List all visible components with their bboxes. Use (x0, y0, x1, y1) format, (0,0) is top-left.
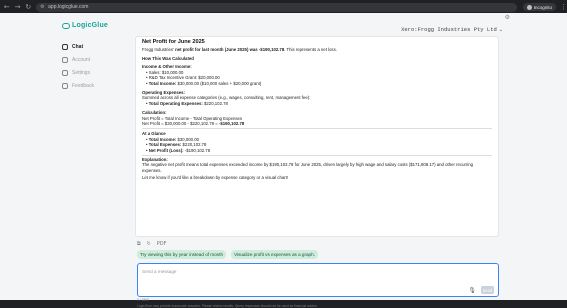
chevron-down-icon: ⌄ (498, 26, 503, 33)
glance-value: -$190,102.78 (184, 147, 211, 153)
opex-description: Summed across all expense categories (e.… (142, 95, 311, 101)
glance-value: $30,000.00 (177, 136, 200, 142)
settings-gear-icon[interactable]: ⚙ (505, 14, 510, 21)
sidebar-item-feedback[interactable]: Feedback (62, 79, 94, 92)
pdf-button[interactable]: PDF (157, 241, 167, 247)
sidebar-item-settings[interactable]: Settings (62, 66, 94, 79)
calc-result: -$190,102.78 (218, 121, 245, 127)
settings-icon (62, 69, 68, 76)
glance-list: Total Income: $30,000.00 Total Expenses:… (146, 137, 492, 153)
logo-icon (62, 22, 70, 29)
section-heading: At a Glance (142, 130, 166, 136)
disclaimer-text: LogicGlue may provide inaccurate answers… (137, 304, 318, 308)
intro-highlight: net profit for last month (June 2025) wa… (175, 47, 285, 53)
copy-icon[interactable]: ⧉ (137, 241, 141, 247)
reload-icon[interactable]: ↻ (24, 3, 32, 11)
glance-label: Total Income: (148, 136, 177, 142)
section-heading: Income & Other Income: (142, 63, 192, 69)
intro-prefix: Frogg Industries' (142, 47, 174, 53)
organization-name: Xero:Frogg Industries Pty Ltd (401, 26, 497, 33)
suggestion-chip[interactable]: Visualize profit vs expenses as a graph. (231, 250, 318, 259)
income-list: Sales: $10,000.00 R&D Tax Incentive Gran… (146, 70, 492, 86)
sidebar-item-chat[interactable]: Chat (62, 40, 94, 53)
incognito-label: Incognito (533, 4, 552, 10)
glance-label: Net Profit (Loss): (148, 147, 184, 153)
back-icon[interactable]: ← (3, 3, 11, 11)
message-actions: ⧉ ↻ PDF (137, 241, 173, 247)
sidebar-nav: Chat Account Settings Feedback (62, 40, 94, 92)
send-button[interactable]: Send (481, 286, 494, 294)
address-bar[interactable]: ⚙ app.logicglue.com (36, 2, 517, 12)
url-text: app.logicglue.com (48, 4, 89, 10)
assistant-message: Net Profit for June 2025 Frogg Industrie… (135, 36, 499, 237)
suggestion-label: Visualize profit vs expenses as a graph. (234, 252, 315, 257)
total-income-label: Total Income: (148, 80, 177, 86)
glance-label: Total Expenses: (148, 142, 182, 148)
closing-text: Let me know if you'd like a breakdown by… (142, 174, 289, 180)
calc-prefix: Net Profit = $30,000.00 - $220,102.78 = (142, 121, 218, 127)
microphone-icon[interactable]: 🎙 (468, 287, 476, 294)
sidebar-item-label: Feedback (72, 82, 94, 89)
site-info-icon[interactable]: ⚙ (40, 4, 45, 10)
opex-total-value: $220,102.78 (204, 101, 228, 107)
list-item: Total Operating Expenses: $220,102.78 (146, 101, 492, 106)
browser-menu-icon[interactable]: ⋮ (560, 3, 567, 11)
sidebar-item-label: Settings (72, 69, 91, 76)
message-composer: 🎙 Send (137, 263, 499, 297)
total-income-value: $30,000.00 ($10,000 sales + $20,000 gran… (177, 80, 262, 86)
brand-name: LogicGlue (72, 22, 109, 29)
refresh-icon[interactable]: ↻ (147, 241, 151, 247)
suggestion-label: Try viewing this by year instead of mont… (140, 252, 224, 257)
opex-list: Total Operating Expenses: $220,102.78 (146, 101, 492, 106)
feedback-icon (62, 82, 68, 89)
sidebar-item-label: Chat (72, 43, 84, 50)
sidebar: LogicGlue Chat Account Settings Feedback (56, 13, 128, 300)
divider (142, 128, 492, 130)
glance-value: $220,102.78 (182, 142, 207, 148)
sidebar-item-label: Account (72, 56, 91, 63)
message-input[interactable] (142, 268, 442, 275)
suggestion-chip[interactable]: Try viewing this by year instead of mont… (137, 250, 227, 259)
list-item: Net Profit (Loss): -$190,102.78 (146, 148, 492, 153)
browser-chrome: ← → ↻ ⚙ app.logicglue.com Incognito ⋮ (0, 0, 567, 13)
suggestion-chips: Try viewing this by year instead of mont… (137, 250, 323, 259)
organization-selector[interactable]: Xero:Frogg Industries Pty Ltd ⌄ (401, 26, 503, 33)
calc-line: Net Profit = $30,000.00 - $220,102.78 = … (142, 121, 492, 126)
list-item: Total Income: $30,000.00 ($10,000 sales … (146, 81, 492, 86)
explanation-text: The negative net profit means total expe… (142, 162, 474, 173)
account-icon (62, 56, 68, 63)
divider (142, 154, 492, 156)
chat-icon (62, 43, 68, 50)
app-viewport: ⚙ LogicGlue Chat Account Settings Feedba… (0, 13, 567, 308)
forward-icon[interactable]: → (14, 3, 22, 11)
character-counter: 0 / 1500 (137, 298, 149, 302)
browser-toolbar: ← → ↻ ⚙ app.logicglue.com Incognito ⋮ (0, 1, 567, 13)
sidebar-item-account[interactable]: Account (62, 53, 94, 66)
send-label: Send (482, 287, 493, 293)
intro-suffix: . This represents a net loss. (284, 47, 337, 53)
message-title: Net Profit for June 2025 (142, 39, 205, 45)
brand-logo[interactable]: LogicGlue (62, 22, 108, 29)
incognito-indicator[interactable]: Incognito (522, 3, 556, 11)
opex-total-label: Total Operating Expenses: (148, 101, 203, 107)
incognito-icon (526, 4, 532, 10)
